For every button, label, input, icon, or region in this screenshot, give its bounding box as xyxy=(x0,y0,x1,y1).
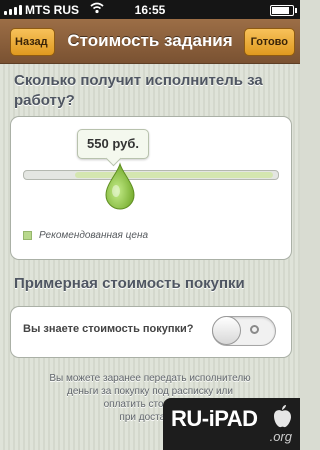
watermark-suffix: .org xyxy=(269,429,292,444)
battery-icon xyxy=(270,5,297,16)
toggle-off-icon xyxy=(250,325,259,334)
toggle-knob xyxy=(212,316,241,345)
apple-logo-icon xyxy=(274,405,291,428)
watermark-logo: RU-iPAD .org xyxy=(163,398,300,450)
navigation-bar: Назад Стоимость задания Готово xyxy=(0,19,300,64)
watermark-text: RU-iPAD xyxy=(171,406,258,431)
purchase-question-label: Вы знаете стоимость покупки? xyxy=(23,323,194,335)
clock: 16:55 xyxy=(134,3,166,17)
price-value: 550 руб. xyxy=(87,136,139,151)
price-value-bubble: 550 руб. xyxy=(77,129,149,159)
footnote-line: деньги за покупку под расписку или xyxy=(67,386,233,397)
price-slider-track[interactable] xyxy=(23,170,279,180)
legend-label: Рекомендованная цена xyxy=(39,230,149,241)
done-button-label: Готово xyxy=(250,36,288,48)
purchase-cost-toggle[interactable] xyxy=(212,316,276,346)
purchase-panel: Вы знаете стоимость покупки? xyxy=(10,306,292,358)
price-panel: 550 руб. Рекомендованная цена xyxy=(10,116,292,260)
recommended-price-swatch xyxy=(23,231,32,240)
price-slider-thumb[interactable] xyxy=(105,162,135,210)
footnote-line: Вы можете заранее передать исполнителю xyxy=(49,373,251,384)
price-section-header: Сколько получит исполнитель за работу? xyxy=(14,72,263,109)
purchase-section-header: Примерная стоимость покупки xyxy=(14,275,245,292)
done-button[interactable]: Готово xyxy=(243,28,295,56)
legend: Рекомендованная цена xyxy=(23,230,148,241)
status-bar: MTS RUS 16:55 xyxy=(0,0,300,19)
content-area: Сколько получит исполнитель за работу? 5… xyxy=(0,64,300,450)
